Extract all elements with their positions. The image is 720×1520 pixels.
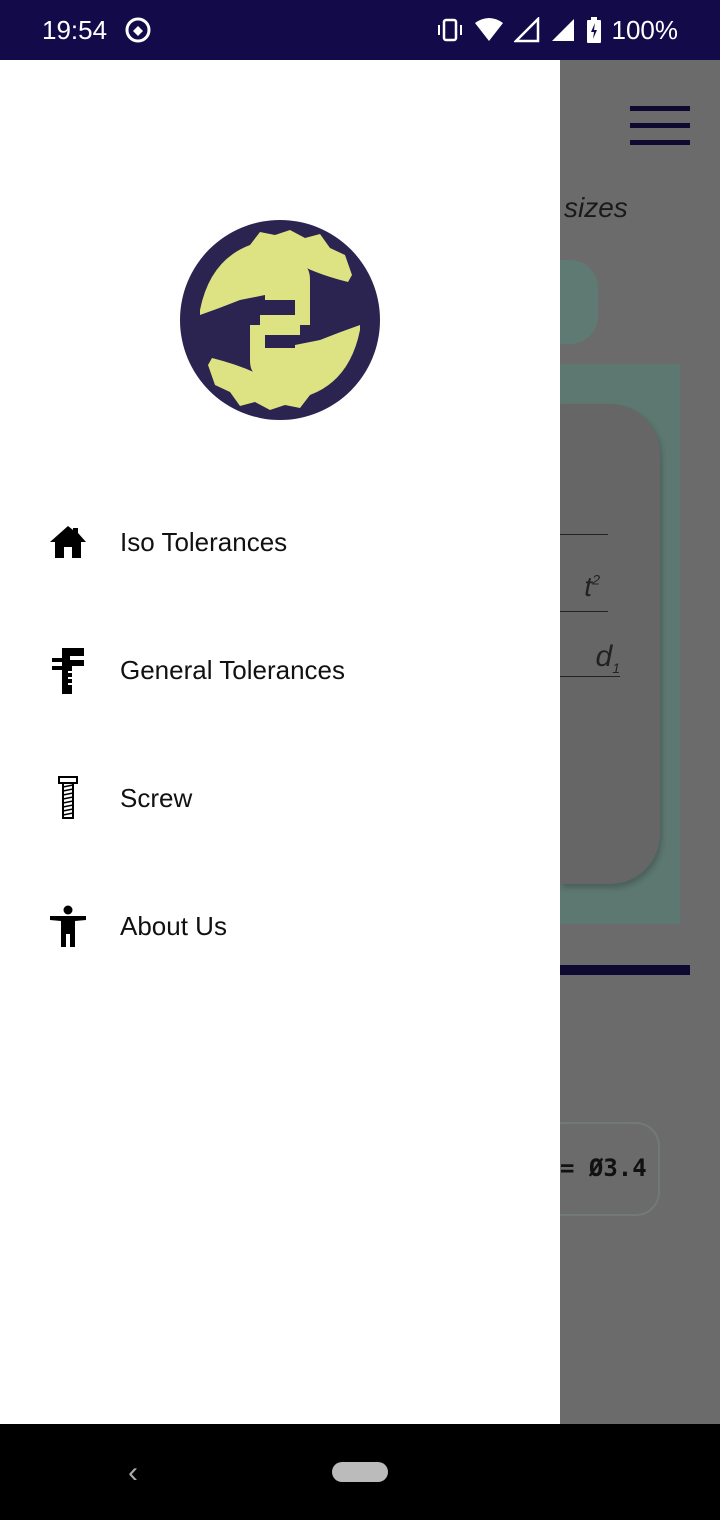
dimension-d1: d1 xyxy=(560,640,620,677)
subtitle: sizes xyxy=(564,192,628,223)
wifi-icon xyxy=(474,18,503,41)
navigation-drawer: Iso Tolerances General Tolerances Screw … xyxy=(0,60,560,1424)
divider xyxy=(560,965,690,975)
clock: 19:54 xyxy=(42,14,108,45)
vibrate-icon xyxy=(437,18,462,42)
status-bar: 19:54 100% xyxy=(0,0,720,60)
signal-icon xyxy=(513,17,539,43)
battery-charging-icon xyxy=(586,17,601,43)
caliper-icon xyxy=(48,648,88,694)
app-logo xyxy=(180,220,380,420)
hamburger-menu-icon[interactable] xyxy=(630,106,690,146)
tab-pill xyxy=(560,260,598,344)
signal-icon xyxy=(551,19,574,41)
menu-item-about-us[interactable]: About Us xyxy=(0,886,560,966)
person-icon xyxy=(48,905,88,947)
home-icon xyxy=(48,522,88,562)
app-content-dimmed[interactable]: sizes t2 d1 = Ø3.4 xyxy=(560,60,720,1424)
menu-item-general-tolerances[interactable]: General Tolerances xyxy=(0,630,560,710)
screw-icon xyxy=(48,776,88,819)
menu-item-screw[interactable]: Screw xyxy=(0,758,560,838)
data-saver-icon xyxy=(125,17,151,43)
menu-item-iso-tolerances[interactable]: Iso Tolerances xyxy=(0,502,560,582)
dimension-t2: t2 xyxy=(560,534,608,612)
back-icon[interactable]: ‹ xyxy=(128,1456,138,1490)
system-navigation-bar: ‹ xyxy=(0,1424,720,1520)
battery-percent: 100% xyxy=(611,14,679,45)
home-gesture-pill[interactable] xyxy=(332,1462,388,1482)
result-box: = Ø3.4 xyxy=(560,1122,660,1216)
